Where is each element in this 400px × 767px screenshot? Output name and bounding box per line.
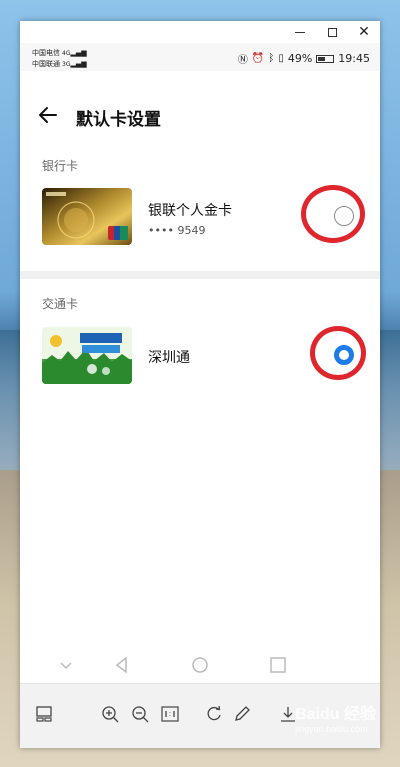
app-bar: 默认卡设置: [20, 99, 380, 135]
rotate-icon[interactable]: [204, 704, 224, 724]
carrier-2-name: 中国联通: [32, 60, 60, 68]
watermark-logo: Baidu 经验: [295, 706, 376, 723]
maximize-button[interactable]: [316, 21, 348, 43]
bluetooth-icon: ᛒ: [268, 53, 275, 64]
vibrate-icon: ▯: [278, 53, 284, 64]
carrier-info: 中国电信 4G▂▄▆ 中国联通 3G▂▄▆: [32, 48, 87, 70]
minimize-button[interactable]: [284, 21, 316, 43]
gold-unionpay-card-image: [42, 188, 132, 245]
maximize-icon: [327, 27, 337, 37]
shenzhen-tong-card-image: [42, 327, 132, 384]
transit-card-name: 深圳通: [148, 350, 190, 366]
thumbnail-strip-icon[interactable]: [34, 704, 54, 724]
home-circle-icon[interactable]: [190, 655, 210, 675]
chevron-down-icon[interactable]: [56, 655, 76, 675]
actual-size-icon[interactable]: [160, 704, 180, 724]
close-button[interactable]: ✕: [348, 21, 380, 43]
recents-square-icon[interactable]: [268, 655, 288, 675]
status-bar: 中国电信 4G▂▄▆ 中国联通 3G▂▄▆ Ⓝ ⏰ ᛒ ▯ 49% 19:45: [20, 43, 380, 71]
bank-card-number: •••• 9549: [148, 224, 206, 237]
signal-icon: ▂▄▆: [70, 60, 87, 68]
watermark: Baidu 经验 jingyan.baidu.com: [295, 700, 376, 734]
minimize-icon: [295, 31, 305, 33]
transit-section-label: 交通卡: [42, 297, 79, 311]
back-arrow-icon[interactable]: [36, 103, 60, 127]
page-title: 默认卡设置: [76, 110, 161, 130]
bank-card-name: 银联个人金卡: [148, 203, 232, 219]
clock: 19:45: [338, 52, 370, 65]
red-circle-annotation: [301, 185, 365, 243]
alarm-icon: ⏰: [251, 53, 265, 64]
close-icon: ✕: [358, 24, 370, 40]
carrier-1-name: 中国电信: [32, 49, 60, 57]
status-icons: Ⓝ ⏰ ᛒ ▯ 49% 19:45: [238, 51, 370, 66]
viewer-window: ✕ 中国电信 4G▂▄▆ 中国联通 3G▂▄▆ Ⓝ ⏰ ᛒ ▯ 49% 19:45 …: [20, 21, 380, 748]
zoom-in-icon[interactable]: [100, 704, 120, 724]
zoom-out-icon[interactable]: [130, 704, 150, 724]
battery-icon: [316, 54, 335, 63]
window-titlebar: ✕: [20, 21, 380, 43]
battery-percent: 49%: [287, 52, 313, 65]
signal-icon: ▂▄▆: [70, 49, 87, 57]
nfc-icon: Ⓝ: [237, 55, 248, 66]
red-circle-annotation: [310, 326, 366, 380]
section-divider: [20, 271, 380, 279]
back-triangle-icon[interactable]: [112, 655, 132, 675]
watermark-url: jingyan.baidu.com: [295, 724, 368, 734]
edit-pencil-icon[interactable]: [232, 704, 252, 724]
navigation-bar: [20, 647, 380, 683]
bank-section-label: 银行卡: [42, 159, 79, 173]
battery-level: [318, 56, 326, 61]
phone-screenshot: 中国电信 4G▂▄▆ 中国联通 3G▂▄▆ Ⓝ ⏰ ᛒ ▯ 49% 19:45 默认…: [20, 43, 380, 683]
